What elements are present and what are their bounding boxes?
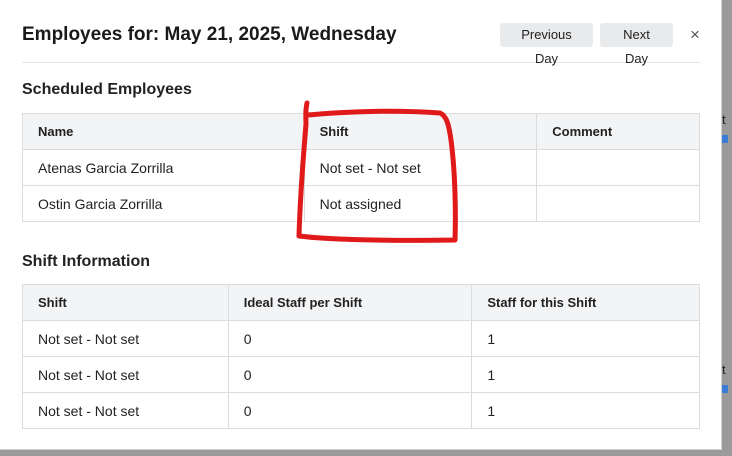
ideal-staff-cell: 0 [227,356,473,393]
close-icon[interactable]: × [688,24,702,46]
column-header-shift: Shift [303,113,538,150]
background-badge [722,385,728,393]
staff-count-cell: 1 [471,356,700,393]
employee-shift-cell: Not assigned [303,185,538,222]
table-row: Ostin Garcia Zorrilla Not assigned [22,185,700,222]
employee-name-cell: Atenas Garcia Zorrilla [22,149,305,186]
staff-count-cell: 1 [471,320,700,357]
shift-information-title: Shift Information [22,253,150,270]
table-row: Atenas Garcia Zorrilla Not set - Not set [22,149,700,186]
shift-cell: Not set - Not set [22,392,229,429]
employees-modal: Employees for: May 21, 2025, Wednesday P… [0,0,722,450]
background-badge [722,135,728,143]
column-header-name: Name [22,113,305,150]
ideal-staff-cell: 0 [227,392,473,429]
employee-shift-cell: Not set - Not set [303,149,538,186]
staff-count-cell: 1 [471,392,700,429]
background-peek: t [722,112,732,143]
employee-comment-cell [536,149,700,186]
table-row: Not set - Not set 0 1 [22,392,700,429]
shift-cell: Not set - Not set [22,320,229,357]
next-day-button[interactable]: Next Day [600,23,673,66]
ideal-staff-cell: 0 [227,320,473,357]
table-header-row: Shift Ideal Staff per Shift Staff for th… [22,284,700,321]
scheduled-employees-title: Scheduled Employees [22,81,192,98]
table-header-row: Name Shift Comment [22,113,700,150]
background-peek-text: t [722,362,726,377]
shift-information-table: Shift Ideal Staff per Shift Staff for th… [22,284,700,429]
modal-title: Employees for: May 21, 2025, Wednesday [22,24,397,45]
employee-comment-cell [536,185,700,222]
table-row: Not set - Not set 0 1 [22,320,700,357]
column-header-shift: Shift [22,284,229,321]
column-header-ideal-staff: Ideal Staff per Shift [227,284,473,321]
modal-header: Employees for: May 21, 2025, Wednesday P… [22,0,702,66]
employee-name-cell: Ostin Garcia Zorrilla [22,185,305,222]
background-peek-text: t [722,112,726,127]
scheduled-employees-table: Name Shift Comment Atenas Garcia Zorrill… [22,113,700,222]
table-row: Not set - Not set 0 1 [22,356,700,393]
previous-day-button[interactable]: Previous Day [500,23,593,66]
background-peek: t [722,362,732,393]
shift-cell: Not set - Not set [22,356,229,393]
column-header-comment: Comment [536,113,700,150]
column-header-staff-for-shift: Staff for this Shift [471,284,700,321]
